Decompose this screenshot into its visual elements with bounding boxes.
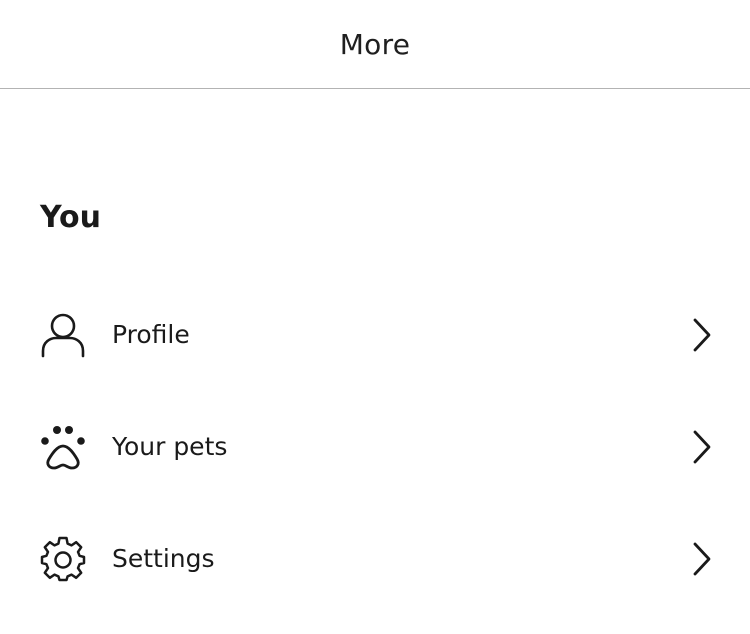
chevron-right-icon — [690, 541, 714, 577]
gear-icon — [40, 536, 86, 582]
menu-item-label: Settings — [112, 544, 215, 573]
chevron-right-icon — [690, 317, 714, 353]
paw-icon — [40, 424, 86, 470]
top-bar: More — [0, 0, 750, 89]
page-title: More — [339, 27, 411, 61]
menu-item-label: Profile — [112, 320, 190, 349]
section-title-you: You — [40, 200, 101, 235]
menu-item-settings[interactable]: Settings — [0, 511, 750, 607]
menu-item-your-pets[interactable]: Your pets — [0, 399, 750, 495]
menu-item-label: Your pets — [112, 432, 228, 461]
person-icon — [40, 312, 86, 358]
menu-item-profile[interactable]: Profile — [0, 287, 750, 383]
chevron-right-icon — [690, 429, 714, 465]
